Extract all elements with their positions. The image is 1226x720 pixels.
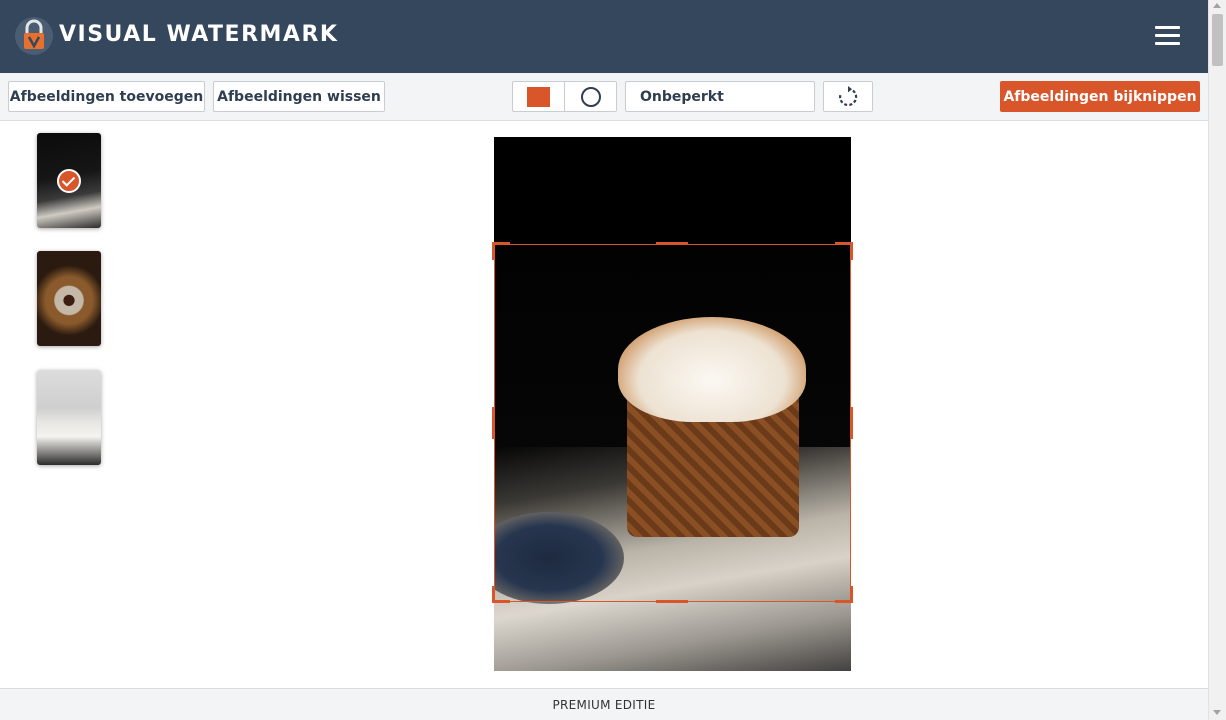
crop-handle-left[interactable] <box>492 407 495 439</box>
crop-mask-bottom <box>494 602 851 671</box>
add-images-button[interactable]: Afbeeldingen toevoegen <box>8 81 205 112</box>
circle-shape-button[interactable] <box>564 82 616 111</box>
toolbar: Afbeeldingen toevoegen Afbeeldingen wiss… <box>0 73 1208 121</box>
vertical-scrollbar[interactable] <box>1208 0 1226 720</box>
scroll-up-icon[interactable] <box>1213 3 1221 8</box>
crop-images-button[interactable]: Afbeeldingen bijknippen <box>1000 81 1200 112</box>
circle-shape-icon <box>580 86 601 107</box>
crop-handle-top[interactable] <box>656 242 688 245</box>
rotate-icon <box>839 85 858 106</box>
crop-handle-top-left-v[interactable] <box>492 242 495 260</box>
square-shape-icon <box>527 86 550 107</box>
aspect-ratio-select[interactable]: Onbeperkt <box>625 81 815 112</box>
crop-handle-bottom[interactable] <box>656 600 688 603</box>
crop-shape-toggle <box>512 81 617 112</box>
scroll-thumb[interactable] <box>1212 14 1223 66</box>
footer: PREMIUM EDITIE <box>0 688 1208 720</box>
crop-handle-top-right-v[interactable] <box>850 242 853 260</box>
edition-label: PREMIUM EDITIE <box>552 697 656 712</box>
clear-images-button[interactable]: Afbeeldingen wissen <box>213 81 385 112</box>
scroll-down-icon[interactable] <box>1213 710 1221 715</box>
thumbnail-1[interactable] <box>37 133 101 228</box>
crop-handle-bottom-right-v[interactable] <box>850 586 853 603</box>
lock-logo-icon <box>15 17 53 55</box>
crop-area[interactable] <box>494 244 851 602</box>
crop-mask-top <box>494 137 851 244</box>
square-shape-button[interactable] <box>513 82 564 111</box>
check-icon <box>57 169 81 193</box>
crop-handle-bottom-left-v[interactable] <box>492 586 495 603</box>
thumbnail-3[interactable] <box>37 370 101 465</box>
crop-handle-right[interactable] <box>850 407 853 439</box>
rotate-button[interactable] <box>823 81 873 112</box>
thumbnail-2[interactable] <box>37 251 101 346</box>
hamburger-menu-icon[interactable] <box>1152 22 1182 50</box>
app-header: VISUAL WATERMARK <box>0 0 1208 73</box>
app-title: VISUAL WATERMARK <box>59 22 339 47</box>
